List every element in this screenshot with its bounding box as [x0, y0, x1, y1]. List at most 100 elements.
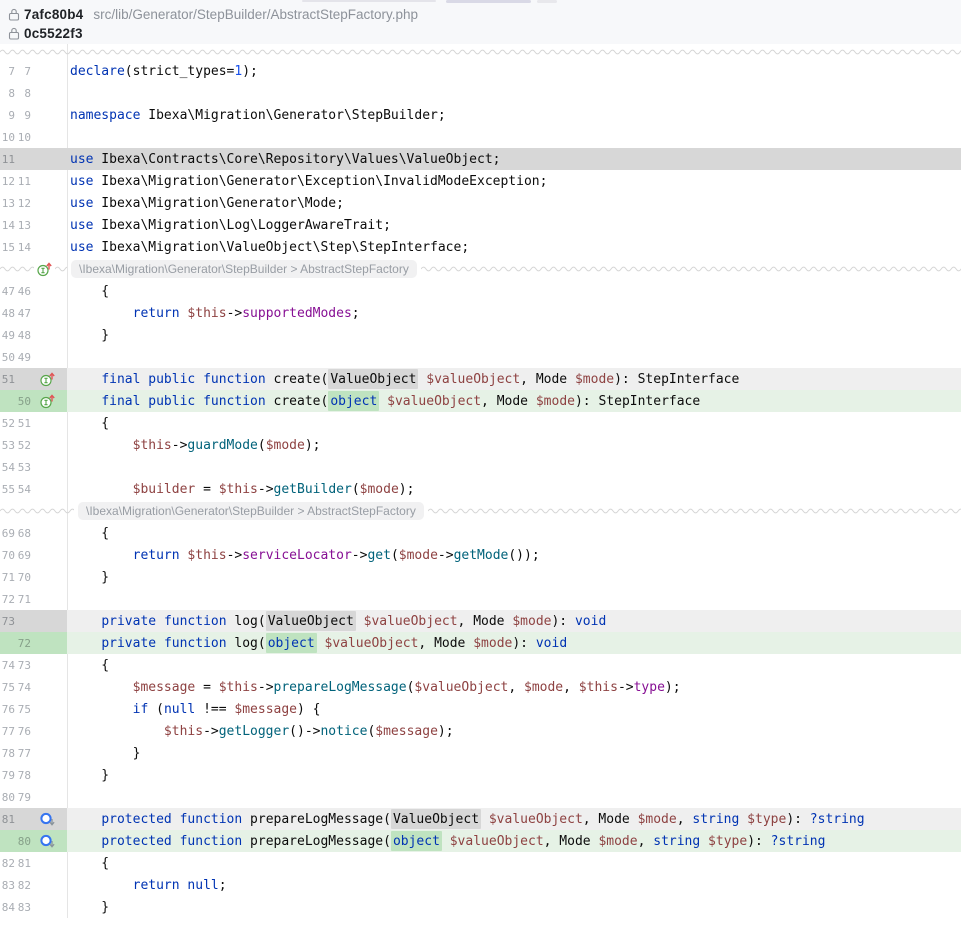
code-token: $type	[708, 834, 747, 849]
code-line[interactable]	[67, 126, 961, 148]
code-token: }	[70, 900, 109, 915]
code-line[interactable]: $this->guardMode($mode);	[67, 434, 961, 456]
code-token: $valueObject	[364, 614, 458, 629]
diff-line: 7271	[0, 588, 961, 610]
collapsed-region-divider[interactable]	[0, 44, 961, 60]
diff-line: 1211use Ibexa\Migration\Generator\Except…	[0, 170, 961, 192]
code-token: );	[438, 724, 454, 739]
code-line[interactable]: }	[67, 742, 961, 764]
code-line[interactable]	[67, 786, 961, 808]
implements-method-gutter-icon[interactable]	[36, 261, 53, 278]
code-line[interactable]: $this->getLogger()->notice($message);	[67, 720, 961, 742]
code-line[interactable]: }	[67, 896, 961, 918]
code-line[interactable]: use Ibexa\Migration\Generator\Mode;	[67, 192, 961, 214]
code-line[interactable]: return null;	[67, 874, 961, 896]
code-line[interactable]: protected function prepareLogMessage(obj…	[67, 830, 961, 852]
clipped-ui-artifact	[446, 0, 531, 3]
code-token	[70, 834, 101, 849]
commit-row-old: 7afc80b4 src/lib/Generator/StepBuilder/A…	[8, 5, 961, 24]
code-line[interactable]: return $this->supportedModes;	[67, 302, 961, 324]
code-line[interactable]	[67, 456, 961, 478]
collapsed-region-divider[interactable]: \Ibexa\Migration\Generator\StepBuilder >…	[0, 258, 961, 280]
code-token: ->	[227, 306, 243, 321]
code-token: $valueObject	[450, 834, 544, 849]
line-numbers: 50	[0, 390, 67, 412]
code-line[interactable]: private function log(object $valueObject…	[67, 632, 961, 654]
overridden-method-gutter-icon[interactable]	[39, 811, 56, 828]
code-line[interactable]: {	[67, 852, 961, 874]
line-numbers: 5352	[0, 434, 67, 456]
collapsed-region-divider[interactable]: \Ibexa\Migration\Generator\StepBuilder >…	[0, 500, 961, 522]
code-line[interactable]: $message = $this->prepareLogMessage($val…	[67, 676, 961, 698]
new-line-number: 75	[16, 703, 31, 716]
new-line-number: 51	[16, 417, 31, 430]
code-token: ):	[747, 834, 770, 849]
line-numbers: 1211	[0, 170, 67, 192]
code-line[interactable]: {	[67, 654, 961, 676]
code-token: getMode	[454, 548, 509, 563]
code-token: return	[133, 306, 180, 321]
diff-line: 1413use Ibexa\Migration\Log\LoggerAwareT…	[0, 214, 961, 236]
old-line-number: 47	[0, 285, 15, 298]
new-line-number: 70	[16, 571, 31, 584]
new-line-number: 53	[16, 461, 31, 474]
new-line-number: 80	[16, 835, 31, 848]
old-line-number: 55	[0, 483, 15, 496]
code-line[interactable]: {	[67, 522, 961, 544]
code-line[interactable]: use Ibexa\Migration\Generator\Exception\…	[67, 170, 961, 192]
code-line[interactable]: if (null !== $message) {	[67, 698, 961, 720]
fold-region-label[interactable]: \Ibexa\Migration\Generator\StepBuilder >…	[71, 260, 417, 278]
code-token: ):	[512, 636, 535, 651]
code-token: Ibexa\Migration\Log\LoggerAwareTrait;	[93, 218, 390, 233]
code-line[interactable]: {	[67, 412, 961, 434]
code-token: ;	[219, 878, 227, 893]
code-line[interactable]: $builder = $this->getBuilder($mode);	[67, 478, 961, 500]
code-token: final	[101, 372, 140, 387]
code-line[interactable]: namespace Ibexa\Migration\Generator\Step…	[67, 104, 961, 126]
line-numbers: 8483	[0, 896, 67, 918]
code-line[interactable]	[67, 346, 961, 368]
diff-line: 7473 {	[0, 654, 961, 676]
code-token: prepareLogMessage	[274, 680, 407, 695]
code-line[interactable]: return $this->serviceLocator->get($mode-…	[67, 544, 961, 566]
diff-line: 72 private function log(object $valueObj…	[0, 632, 961, 654]
code-token: ->	[258, 680, 274, 695]
overridden-method-gutter-icon[interactable]	[39, 833, 56, 850]
code-line[interactable]: declare(strict_types=1);	[67, 60, 961, 82]
new-line-number: 69	[16, 549, 31, 562]
code-token: ) {	[297, 702, 320, 717]
old-line-number: 84	[0, 901, 15, 914]
commit-hash-new: 0c5522f3	[24, 26, 83, 41]
code-line[interactable]: }	[67, 324, 961, 346]
new-line-number: 8	[16, 87, 31, 100]
code-line[interactable]	[67, 588, 961, 610]
code-line[interactable]: final public function create(ValueObject…	[67, 368, 961, 390]
fold-region-label[interactable]: \Ibexa\Migration\Generator\StepBuilder >…	[78, 502, 424, 520]
code-line[interactable]: {	[67, 280, 961, 302]
code-line[interactable]: private function log(ValueObject $valueO…	[67, 610, 961, 632]
new-line-number: 77	[16, 747, 31, 760]
code-line[interactable]: protected function prepareLogMessage(Val…	[67, 808, 961, 830]
code-line[interactable]: }	[67, 566, 961, 588]
code-line[interactable]: use Ibexa\Contracts\Core\Repository\Valu…	[67, 148, 961, 170]
code-line[interactable]: final public function create(object $val…	[67, 390, 961, 412]
old-line-number: 77	[0, 725, 15, 738]
code-line[interactable]: }	[67, 764, 961, 786]
implements-method-gutter-icon[interactable]	[39, 393, 56, 410]
code-token	[156, 636, 164, 651]
code-token	[195, 394, 203, 409]
code-line[interactable]: use Ibexa\Migration\Log\LoggerAwareTrait…	[67, 214, 961, 236]
code-line[interactable]	[67, 82, 961, 104]
code-token: $builder	[133, 482, 196, 497]
code-line[interactable]: use Ibexa\Migration\ValueObject\Step\Ste…	[67, 236, 961, 258]
code-token: string	[692, 812, 739, 827]
diff-line: 7574 $message = $this->prepareLogMessage…	[0, 676, 961, 698]
line-numbers: 5453	[0, 456, 67, 478]
gutter-icon-slot	[36, 393, 58, 410]
new-line-number: 83	[16, 901, 31, 914]
code-token	[739, 812, 747, 827]
code-token: namespace	[70, 108, 140, 123]
implements-method-gutter-icon[interactable]	[39, 371, 56, 388]
new-line-number: 76	[16, 725, 31, 738]
code-token: ;	[352, 306, 360, 321]
